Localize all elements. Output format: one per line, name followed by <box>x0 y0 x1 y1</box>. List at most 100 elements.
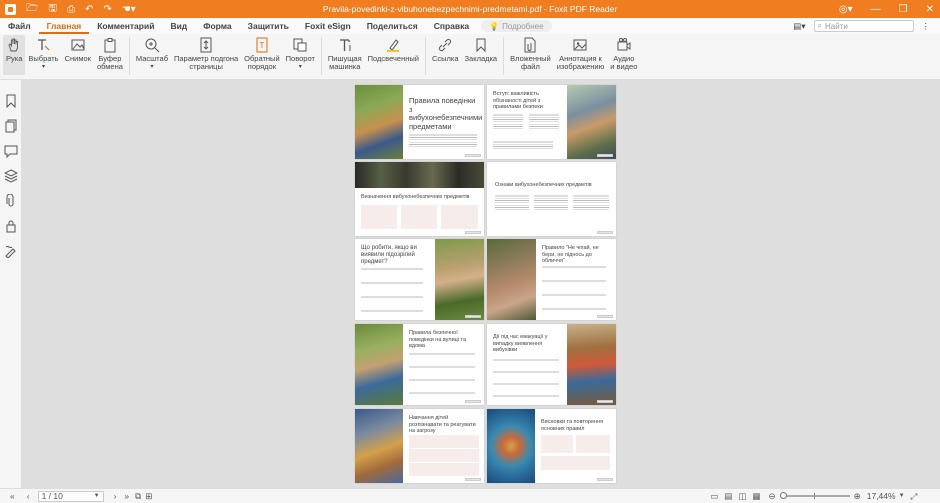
typewriter-button[interactable]: Пишущая машинка <box>325 37 365 71</box>
slide-photo <box>567 85 616 159</box>
first-page-icon[interactable]: « <box>10 491 15 501</box>
link-button[interactable]: Ссылка <box>429 37 462 63</box>
zoom-button[interactable]: Масштаб ▾ <box>133 37 171 71</box>
hand-tool-quick-icon[interactable]: ☚▾ <box>122 4 136 15</box>
select-button[interactable]: Выбрать ▾ <box>25 37 61 71</box>
chevron-down-icon[interactable]: ▼ <box>899 493 905 499</box>
reverse-order-icon: T <box>254 37 270 53</box>
account-icon[interactable]: ◎▾ <box>839 4 853 15</box>
save-icon[interactable]: 🖫 <box>48 1 57 18</box>
redo-icon[interactable]: ↷ <box>103 4 111 15</box>
continuous-view-icon[interactable]: ▤ <box>724 491 732 502</box>
tab-comment[interactable]: Комментарий <box>89 18 162 34</box>
slide-photo <box>355 162 484 188</box>
signatures-panel-icon[interactable] <box>4 244 18 258</box>
image-annotation-icon <box>572 37 588 53</box>
attachments-panel-icon[interactable] <box>4 194 18 208</box>
restore-button[interactable]: ❐ <box>899 4 908 15</box>
bookmarks-panel-icon[interactable] <box>4 94 18 108</box>
image-annotation-button[interactable]: Аннотация к изображению <box>554 37 608 71</box>
page-number-field[interactable]: 1 / 10 ▼ <box>37 490 104 502</box>
zoom-in-icon[interactable]: ⊕ <box>854 491 861 502</box>
prev-page-icon[interactable]: ‹ <box>27 491 30 501</box>
zoom-slider[interactable] <box>779 492 850 499</box>
typewriter-icon <box>337 37 353 53</box>
audio-video-label-2: и видео <box>610 62 638 71</box>
link-label: Ссылка <box>431 54 459 63</box>
layout-options-icon[interactable]: ▤▾ <box>793 21 805 32</box>
rotate-button[interactable]: Поворот ▾ <box>283 37 318 71</box>
security-panel-icon[interactable] <box>4 219 18 233</box>
clipboard-button[interactable]: Буфер обмена <box>94 37 126 71</box>
slide-footer <box>597 315 613 318</box>
tab-form[interactable]: Форма <box>195 18 239 34</box>
pages-panel-icon[interactable] <box>4 119 18 133</box>
slide-title: Ознаки вибухонебезпечних предметів <box>495 182 592 188</box>
zoom-icon <box>144 37 160 53</box>
slide-page-5: Що робити, якщо ви виявили підозрілий пр… <box>355 239 484 320</box>
highlight-button[interactable]: Подсвеченный <box>365 37 422 63</box>
layers-panel-icon[interactable] <box>3 169 18 183</box>
tab-help[interactable]: Справка <box>426 18 477 34</box>
copy-pages-icon[interactable]: ⧉ <box>135 491 141 502</box>
slide-card <box>576 435 610 453</box>
reverse-order-button[interactable]: T Обратный порядок <box>241 37 282 71</box>
slide-page-2: Вступ: важливість обізнаності дітей з пр… <box>487 85 616 159</box>
ribbon-toolbar: Рука Выбрать ▾ Снимок Буфер обмена Масшта… <box>0 34 940 80</box>
slide-title: Правила безпечної поведінки на вулиці та… <box>409 330 467 349</box>
continuous-facing-view-icon[interactable]: ▦ <box>752 491 760 502</box>
zoom-out-icon[interactable]: ⊖ <box>768 491 775 502</box>
hand-button[interactable]: Рука <box>3 35 26 75</box>
tab-file[interactable]: Файл <box>0 18 39 34</box>
embedded-file-button[interactable]: Вложенный файл <box>507 37 554 71</box>
tab-home[interactable]: Главная <box>38 18 90 34</box>
facing-view-icon[interactable]: ◫ <box>738 491 746 502</box>
page-fit-icon <box>198 37 214 53</box>
audio-video-button[interactable]: Аудио и видео <box>607 37 640 71</box>
search-placeholder: Найти <box>824 21 848 31</box>
snapshot-button[interactable]: Снимок <box>62 37 94 63</box>
tell-me-box[interactable]: 💡 Подробнее <box>481 20 552 32</box>
slide-photo <box>487 409 535 483</box>
next-page-icon[interactable]: › <box>114 491 117 501</box>
snapshot-label: Снимок <box>64 54 91 63</box>
ribbon-separator <box>320 37 322 75</box>
slide-title: Навчання дітей розпізнавати та реагувати… <box>409 415 476 434</box>
clipboard-label-2: обмена <box>96 62 123 71</box>
close-button[interactable]: ✕ <box>926 4 934 15</box>
minimize-button[interactable]: — <box>871 4 881 15</box>
page-number-value: 1 / 10 <box>41 491 63 501</box>
clipboard-icon <box>102 37 118 53</box>
link-icon <box>437 37 453 53</box>
comments-panel-icon[interactable] <box>4 144 18 158</box>
tab-protect[interactable]: Защитить <box>240 18 297 34</box>
slide-card <box>361 205 397 229</box>
tab-share[interactable]: Поделиться <box>359 18 426 34</box>
bookmark-button[interactable]: Закладка <box>462 37 501 63</box>
status-bar: « ‹ 1 / 10 ▼ › » ⧉ ⊞ ▭ ▤ ◫ ▦ ⊖ ⊕ 17,44% … <box>0 488 940 503</box>
search-icon: ⌕ <box>817 21 822 30</box>
slide-footer <box>465 154 481 157</box>
slide-footer <box>597 154 613 157</box>
last-page-icon[interactable]: » <box>124 491 129 501</box>
zoom-value[interactable]: 17,44% <box>867 491 896 501</box>
more-options-icon[interactable]: ⋮ <box>922 21 931 32</box>
ribbon-tabs: Файл Главная Комментарий Вид Форма Защит… <box>0 18 940 34</box>
zoom-slider-handle[interactable] <box>779 492 787 499</box>
fullscreen-icon[interactable]: ⤢ <box>911 491 918 502</box>
undo-icon[interactable]: ↶ <box>85 4 93 15</box>
select-label: Выбрать <box>28 54 59 63</box>
document-view[interactable]: Правила поведінки з вибухонебезпечними п… <box>22 80 940 488</box>
search-input[interactable]: ⌕ Найти <box>813 20 914 32</box>
page-fit-button[interactable]: Параметр подгона страницы <box>171 37 241 71</box>
print-icon[interactable]: ⎙ <box>67 4 75 15</box>
audio-video-icon <box>616 37 632 53</box>
tab-view[interactable]: Вид <box>162 18 195 34</box>
open-icon[interactable]: 🗁 <box>26 1 38 18</box>
insert-page-icon[interactable]: ⊞ <box>145 491 152 502</box>
slide-column <box>534 194 568 210</box>
slide-title: Що робити, якщо ви виявили підозрілий пр… <box>361 245 417 265</box>
tab-foxit-esign[interactable]: Foxit eSign <box>297 18 359 34</box>
slide-bullet <box>493 358 559 398</box>
single-page-view-icon[interactable]: ▭ <box>710 491 718 502</box>
